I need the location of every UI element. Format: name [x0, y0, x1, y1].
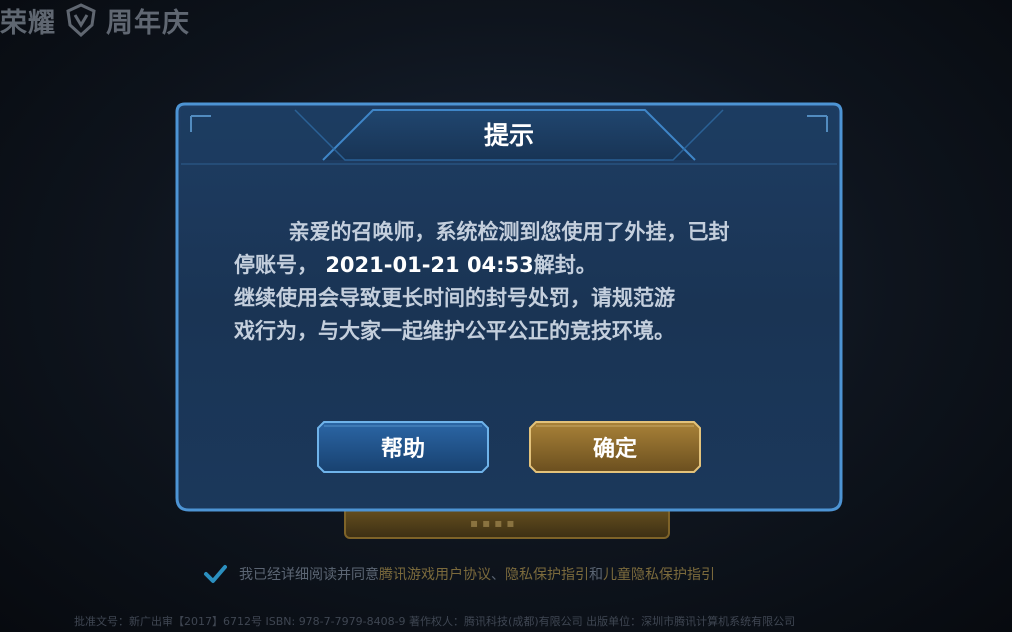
- agreement-sep1: 、: [491, 567, 505, 583]
- child-privacy-guide-link[interactable]: 儿童隐私保护指引: [603, 567, 715, 583]
- privacy-guide-link[interactable]: 隐私保护指引: [505, 567, 589, 583]
- game-logo: 荣耀 周年庆: [0, 0, 190, 40]
- help-button[interactable]: 帮助: [316, 420, 490, 474]
- agreement-row: 我已经详细阅读并同意腾讯游戏用户协议、隐私保护指引和儿童隐私保护指引: [203, 562, 715, 586]
- message-line-2-prefix: 停账号，: [234, 253, 318, 277]
- confirm-button[interactable]: 确定: [528, 420, 702, 474]
- message-line-4: 戏行为，与大家一起维护公平公正的竞技环境。: [234, 319, 675, 343]
- message-line-1: 亲爱的召唤师，系统检测到您使用了外挂，已封: [288, 220, 730, 244]
- user-agreement-link[interactable]: 腾讯游戏用户协议: [379, 567, 491, 583]
- unban-date: 2021-01-21 04:53: [325, 253, 534, 277]
- agreement-sep2: 和: [589, 567, 603, 583]
- message-line-2-suffix: 解封。: [533, 253, 597, 277]
- logo-text-right: 周年庆: [106, 7, 190, 39]
- dialog-title: 提示: [483, 121, 534, 150]
- help-button-label: 帮助: [380, 437, 425, 462]
- ban-notice-dialog: 提示 亲爱的召唤师，系统检测到您使用了外挂，已封 停账号， 2021-01-21…: [175, 102, 843, 512]
- shield-logo-icon: [66, 3, 96, 37]
- logo-text-left: 荣耀: [0, 7, 56, 39]
- background-panel-dots: ▪▪▪▪: [470, 516, 519, 530]
- ban-message: 亲爱的召唤师，系统检测到您使用了外挂，已封 停账号， 2021-01-21 04…: [224, 216, 794, 348]
- confirm-button-label: 确定: [592, 437, 637, 462]
- license-footer: 批准文号：新广出审【2017】6712号 ISBN: 978-7-7979-84…: [74, 615, 796, 628]
- agreement-checkbox[interactable]: [203, 562, 227, 586]
- checkmark-icon: [204, 565, 227, 583]
- message-line-2: 停账号， 2021-01-21 04:53解封。: [224, 249, 794, 282]
- message-line-3: 继续使用会导致更长时间的封号处罚，请规范游: [234, 286, 675, 310]
- agreement-prefix: 我已经详细阅读并同意: [239, 567, 379, 583]
